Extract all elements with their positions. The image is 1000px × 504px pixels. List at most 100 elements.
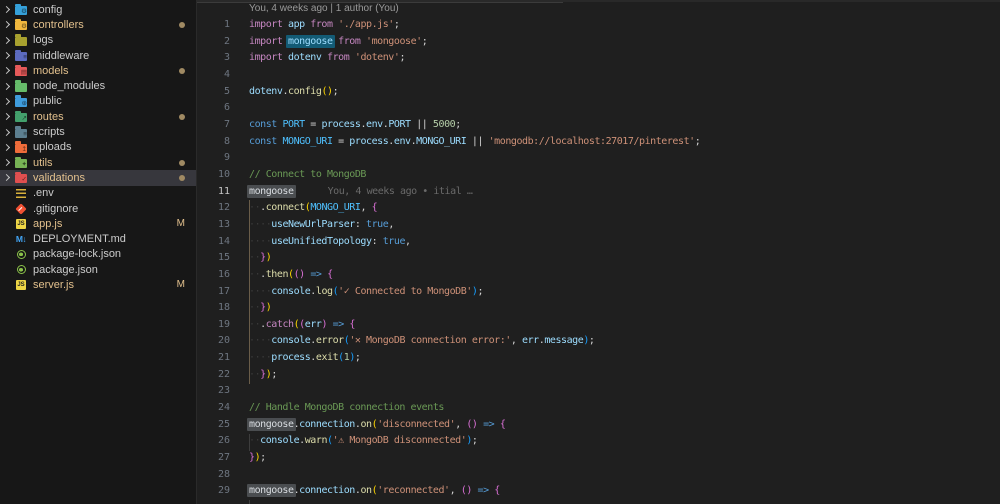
chevron-right-icon[interactable] bbox=[4, 114, 12, 119]
line-number[interactable]: 6 bbox=[197, 100, 230, 117]
line-number[interactable]: 12 bbox=[197, 200, 230, 217]
chevron-right-icon[interactable] bbox=[4, 53, 12, 58]
chevron-right-icon[interactable] bbox=[4, 130, 12, 135]
code-text[interactable]: const PORT = process.env.PORT || 5000; bbox=[249, 117, 1000, 134]
line-number[interactable]: 13 bbox=[197, 217, 230, 234]
js-file-icon: JS bbox=[16, 279, 26, 290]
line-number[interactable]: 21 bbox=[197, 350, 230, 367]
line-number[interactable]: 14 bbox=[197, 234, 230, 251]
code-text[interactable] bbox=[249, 150, 1000, 167]
line-number[interactable]: 19 bbox=[197, 317, 230, 334]
code-text[interactable]: ··}) bbox=[249, 300, 1000, 317]
line-number[interactable]: 26 bbox=[197, 433, 230, 450]
line-number[interactable]: 11 bbox=[197, 184, 230, 201]
line-number[interactable]: 28 bbox=[197, 467, 230, 484]
chevron-right-icon[interactable] bbox=[4, 99, 12, 104]
line-number[interactable]: 5 bbox=[197, 84, 230, 101]
chevron-right-icon[interactable] bbox=[4, 175, 12, 180]
folder-icon bbox=[14, 18, 28, 31]
sidebar-item-node-modules[interactable]: node_modules bbox=[0, 78, 196, 93]
code-text[interactable]: ····process.exit(1); bbox=[249, 350, 1000, 367]
code-text[interactable]: ··console.warn('⚠ MongoDB disconnected')… bbox=[249, 433, 1000, 450]
line-number[interactable]: 22 bbox=[197, 367, 230, 384]
code-line: 29 mongoose.connection.on('reconnected', … bbox=[197, 483, 1000, 500]
node-file-icon bbox=[14, 248, 28, 261]
sidebar-item-gitignore[interactable]: .gitignore bbox=[0, 201, 196, 216]
chevron-right-icon[interactable] bbox=[4, 22, 12, 27]
line-number[interactable]: 8 bbox=[197, 134, 230, 151]
sidebar-item-app-js[interactable]: JS app.js M bbox=[0, 216, 196, 231]
sidebar-item-validations[interactable]: validations bbox=[0, 170, 196, 186]
code-text[interactable]: }); bbox=[249, 450, 1000, 467]
sidebar-item-models[interactable]: models bbox=[0, 63, 196, 78]
code-text[interactable]: ····useUnifiedTopology: true, bbox=[249, 234, 1000, 251]
code-text[interactable]: import app from './app.js'; bbox=[249, 17, 1000, 34]
git-modified-dot-icon bbox=[179, 67, 185, 74]
sidebar-item-env[interactable]: .env bbox=[0, 186, 196, 201]
code-text[interactable] bbox=[249, 67, 1000, 84]
item-label: uploads bbox=[33, 141, 72, 154]
line-number[interactable]: 27 bbox=[197, 450, 230, 467]
line-number[interactable]: 23 bbox=[197, 383, 230, 400]
code-text[interactable]: ··.catch((err) => { bbox=[249, 317, 1000, 334]
code-text[interactable]: ··.then(() => { bbox=[249, 267, 1000, 284]
chevron-right-icon[interactable] bbox=[4, 84, 12, 89]
code-line: 7 const PORT = process.env.PORT || 5000; bbox=[197, 117, 1000, 134]
sidebar-item-utils[interactable]: utils bbox=[0, 155, 196, 170]
line-number[interactable]: 4 bbox=[197, 67, 230, 84]
sidebar-item-package-lock-json[interactable]: package-lock.json bbox=[0, 247, 196, 262]
line-number[interactable]: 1 bbox=[197, 17, 230, 34]
line-number[interactable]: 10 bbox=[197, 167, 230, 184]
chevron-right-icon[interactable] bbox=[4, 145, 12, 150]
code-text[interactable]: ····useNewUrlParser: true, bbox=[249, 217, 1000, 234]
chevron-right-icon[interactable] bbox=[4, 7, 12, 12]
code-text[interactable]: ····console.error('✕ MongoDB connection … bbox=[249, 333, 1000, 350]
line-number[interactable]: 25 bbox=[197, 417, 230, 434]
line-number[interactable]: 9 bbox=[197, 150, 230, 167]
sidebar-item-routes[interactable]: routes bbox=[0, 109, 196, 124]
code-text[interactable]: const MONGO_URI = process.env.MONGO_URI … bbox=[249, 134, 1000, 151]
line-number[interactable]: 2 bbox=[197, 34, 230, 51]
chevron-right-icon[interactable] bbox=[4, 160, 12, 165]
line-number[interactable]: 15 bbox=[197, 250, 230, 267]
code-text[interactable]: // Handle MongoDB connection events bbox=[249, 400, 1000, 417]
sidebar-item-scripts[interactable]: scripts bbox=[0, 124, 196, 139]
line-number[interactable]: 17 bbox=[197, 284, 230, 301]
code-text[interactable]: ··}); bbox=[249, 367, 1000, 384]
sidebar-item-middleware[interactable]: middleware bbox=[0, 48, 196, 63]
sidebar-item-controllers[interactable]: controllers bbox=[0, 17, 196, 32]
code-text[interactable]: import dotenv from 'dotenv'; bbox=[249, 50, 1000, 67]
chevron-right-icon[interactable] bbox=[4, 68, 12, 73]
sidebar-item-config[interactable]: config bbox=[0, 2, 196, 17]
sidebar-item-public[interactable]: public bbox=[0, 94, 196, 109]
line-number[interactable]: 24 bbox=[197, 400, 230, 417]
sidebar-item-uploads[interactable]: uploads bbox=[0, 140, 196, 155]
code-text[interactable] bbox=[249, 383, 1000, 400]
line-number[interactable]: 7 bbox=[197, 117, 230, 134]
sidebar-item-server-js[interactable]: JS server.js M bbox=[0, 277, 196, 292]
code-text[interactable]: import mongoose from 'mongoose'; bbox=[249, 34, 1000, 51]
sidebar-item-logs[interactable]: logs bbox=[0, 33, 196, 48]
code-text[interactable]: ····console.log('✓ Connected to MongoDB'… bbox=[249, 284, 1000, 301]
code-text[interactable] bbox=[249, 100, 1000, 117]
sidebar-item-package-json[interactable]: package.json bbox=[0, 262, 196, 277]
line-number[interactable]: 20 bbox=[197, 333, 230, 350]
code-text[interactable]: ··.connect(MONGO_URI, { bbox=[249, 200, 1000, 217]
chevron-right-icon[interactable] bbox=[4, 38, 12, 43]
line-number[interactable]: 29 bbox=[197, 483, 230, 500]
item-label: models bbox=[33, 64, 69, 77]
codelens-blame[interactable]: You, 4 weeks ago | 1 author (You) bbox=[249, 3, 399, 14]
code-text[interactable]: mongoose.connection.on('disconnected', (… bbox=[247, 417, 1000, 434]
code-text[interactable]: mongoose.connection.on('reconnected', ()… bbox=[247, 483, 1000, 500]
code-line: 6 bbox=[197, 100, 1000, 117]
file-tree: config controllers logs middleware models nod… bbox=[0, 2, 196, 293]
code-text[interactable]: // Connect to MongoDB bbox=[249, 167, 1000, 184]
code-text[interactable] bbox=[249, 467, 1000, 484]
line-number[interactable]: 16 bbox=[197, 267, 230, 284]
code-text[interactable]: ··}) bbox=[249, 250, 1000, 267]
line-number[interactable]: 3 bbox=[197, 50, 230, 67]
code-text[interactable]: dotenv.config(); bbox=[249, 84, 1000, 101]
line-number[interactable]: 18 bbox=[197, 300, 230, 317]
code-text[interactable]: mongoose You, 4 weeks ago • itial … bbox=[247, 184, 1000, 201]
sidebar-item-deployment-md[interactable]: M↓ DEPLOYMENT.md bbox=[0, 231, 196, 246]
